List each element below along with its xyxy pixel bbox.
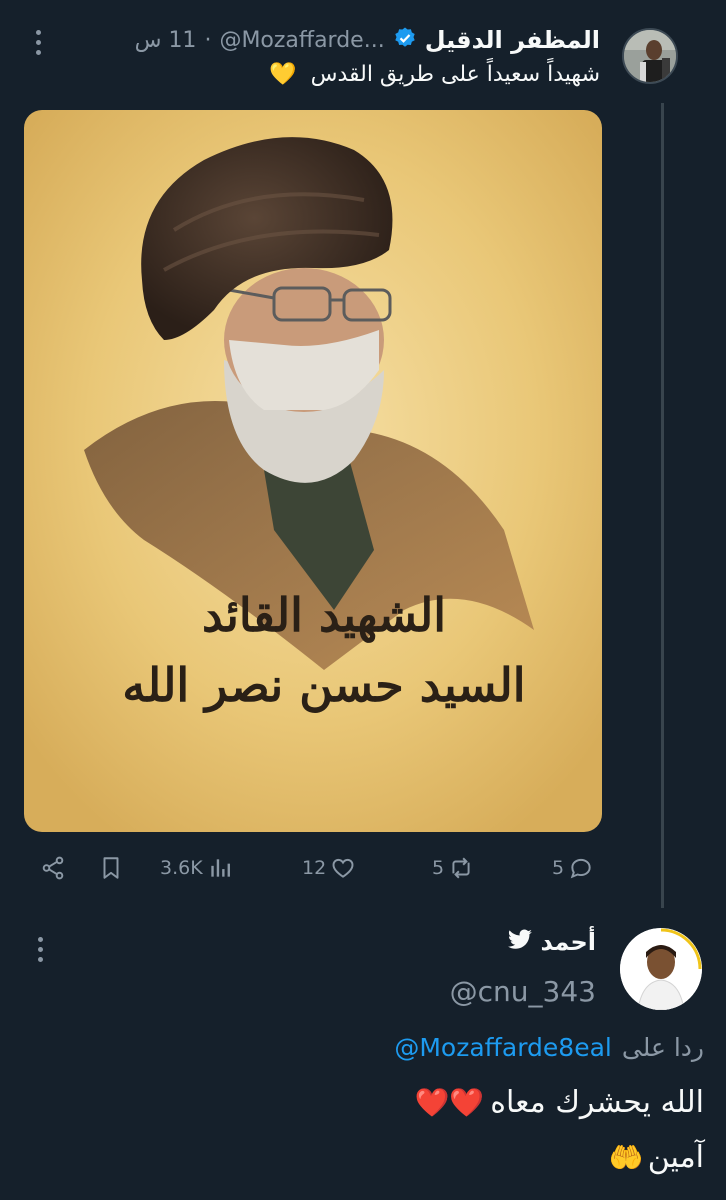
- views-button[interactable]: 3.6K: [160, 855, 233, 881]
- reply-author-handle[interactable]: @cnu_343: [450, 975, 596, 1008]
- yellow-heart-emoji: 💛: [269, 62, 297, 87]
- reply-line2: آمين 🤲: [609, 1140, 704, 1175]
- reply-line1: الله يحشرك معاه ❤️❤️: [415, 1085, 704, 1120]
- tweet-separator: ·: [204, 27, 212, 53]
- bookmark-button[interactable]: [98, 855, 124, 881]
- retweet-count: 5: [432, 857, 445, 879]
- views-icon: [211, 859, 230, 877]
- share-icon: [42, 856, 64, 880]
- replying-to-label: ردا على: [621, 1033, 704, 1062]
- image-calligraphy-line1: الشهيد القائد: [201, 588, 447, 642]
- retweet-icon: [452, 857, 470, 879]
- reply-more-icon[interactable]: [38, 937, 43, 962]
- reply-text-line1: الله يحشرك معاه: [490, 1085, 704, 1120]
- reply-header: أحمد: [507, 928, 596, 956]
- palms-up-emoji: 🤲: [608, 1141, 644, 1174]
- share-button[interactable]: [40, 855, 66, 881]
- replying-to-handle[interactable]: @Mozaffarde8eal: [394, 1033, 612, 1062]
- tweet-text: شهيداً سعيداً على طريق القدس: [310, 62, 600, 87]
- reply-text-line2: آمين: [647, 1140, 704, 1175]
- tweet-header: المظفر الدقيل @Mozaffarde... · 11 س: [135, 26, 600, 54]
- reply-author-avatar[interactable]: [620, 928, 702, 1010]
- like-icon: [332, 858, 354, 878]
- reply-author-name[interactable]: أحمد: [541, 928, 596, 956]
- reply-button[interactable]: 5: [552, 855, 594, 881]
- tweet-author-avatar[interactable]: [622, 28, 678, 84]
- image-calligraphy-line2: السيد حسن نصر الله: [122, 658, 526, 712]
- reply-icon: [570, 858, 591, 879]
- like-button[interactable]: 12: [302, 855, 356, 881]
- tweet-timestamp[interactable]: 11 س: [135, 28, 197, 53]
- bird-icon: [507, 929, 533, 955]
- tweet-author-handle[interactable]: @Mozaffarde...: [219, 28, 384, 53]
- tweet-media-image[interactable]: الشهيد القائد السيد حسن نصر الله: [24, 110, 602, 832]
- tweet-body: شهيداً سعيداً على طريق القدس 💛: [269, 62, 600, 87]
- red-hearts-emoji: ❤️❤️: [414, 1086, 485, 1119]
- verified-badge-icon: [393, 26, 417, 54]
- retweet-button[interactable]: 5: [432, 855, 474, 881]
- like-count: 12: [302, 857, 327, 879]
- views-count: 3.6K: [160, 857, 203, 879]
- more-icon[interactable]: [36, 30, 41, 55]
- tweet-author-name[interactable]: المظفر الدقيل: [425, 26, 600, 54]
- reply-count: 5: [552, 857, 565, 879]
- replying-to-line: ردا على @Mozaffarde8eal: [394, 1033, 704, 1062]
- bookmark-icon: [103, 857, 119, 879]
- thread-connector-line: [661, 103, 664, 908]
